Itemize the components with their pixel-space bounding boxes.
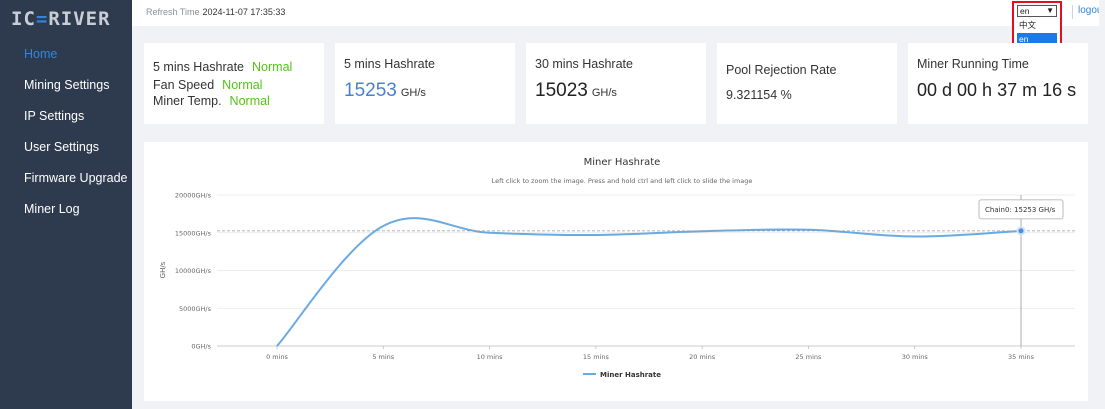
- sidebar-item-user-settings[interactable]: User Settings: [0, 137, 132, 168]
- hashrate-5min-card: 5 mins Hashrate 15253 GH/s: [335, 43, 515, 124]
- y-tick-label: 0GH/s: [191, 343, 211, 351]
- refresh-time-value: 2024-11-07 17:35:33: [202, 7, 286, 17]
- y-tick-label: 10000GH/s: [175, 267, 212, 275]
- pool-rejection-card: Pool Rejection Rate 9.321154 %: [717, 43, 897, 124]
- x-tick-label: 20 mins: [689, 353, 716, 361]
- chart-legend[interactable]: Miner Hashrate: [583, 371, 661, 379]
- hashrate-chart-svg[interactable]: Miner Hashrate Left click to zoom the im…: [144, 142, 1088, 401]
- x-tick-label: 10 mins: [477, 353, 504, 361]
- hashrate-30min-card: 30 mins Hashrate 15023 GH/s: [526, 43, 706, 124]
- language-select[interactable]: en ▼: [1017, 5, 1057, 17]
- hashrate-status-badge: Normal: [252, 60, 293, 74]
- x-tick-label: 35 mins: [1008, 353, 1035, 361]
- hashrate-5min-value: 15253 GH/s: [344, 80, 426, 101]
- refresh-label: Refresh Time: [146, 7, 200, 17]
- series-line: [276, 217, 1022, 347]
- pool-rejection-value: 9.321154 %: [726, 88, 792, 102]
- language-option-chinese[interactable]: 中文: [1017, 19, 1057, 32]
- chart-title: Miner Hashrate: [584, 157, 661, 168]
- hashrate-status-row: 5 mins Hashrate Normal: [153, 60, 293, 74]
- temp-status-row: Miner Temp. Normal: [153, 94, 270, 108]
- svg-text:Chain0: 15253 GH/s: Chain0: 15253 GH/s: [985, 206, 1056, 214]
- fan-status-row: Fan Speed Normal: [153, 78, 263, 92]
- running-time-value: 00 d 00 h 37 m 16 s: [917, 80, 1077, 100]
- sidebar-item-ip-settings[interactable]: IP Settings: [0, 106, 132, 137]
- y-axis-label: GH/s: [159, 261, 167, 278]
- y-tick-label: 20000GH/s: [175, 192, 212, 200]
- sidebar-item-mining-settings[interactable]: Mining Settings: [0, 75, 132, 106]
- hover-point[interactable]: [1016, 226, 1026, 236]
- hashrate-chart[interactable]: Miner Hashrate Left click to zoom the im…: [144, 142, 1088, 401]
- x-tick-label: 5 mins: [372, 353, 394, 361]
- legend-label[interactable]: Miner Hashrate: [600, 371, 661, 379]
- sidebar-item-miner-log[interactable]: Miner Log: [0, 199, 132, 230]
- topbar-divider: [1072, 5, 1073, 19]
- status-card: 5 mins Hashrate Normal Fan Speed Normal Mi…: [144, 43, 324, 124]
- y-tick-label: 15000GH/s: [175, 229, 212, 237]
- sidebar-item-home[interactable]: Home: [0, 44, 132, 75]
- hashrate-30min-value: 15023 GH/s: [535, 80, 617, 101]
- sidebar-nav: Home Mining Settings IP Settings User Se…: [0, 44, 132, 230]
- temp-status-badge: Normal: [229, 94, 270, 108]
- y-tick-label: 5000GH/s: [179, 305, 212, 313]
- scrollbar[interactable]: [1099, 0, 1105, 409]
- chart-tooltip: Chain0: 15253 GH/s: [978, 199, 1064, 220]
- sidebar-item-firmware-upgrade[interactable]: Firmware Upgrade: [0, 168, 132, 199]
- chart-subtitle: Left click to zoom the image. Press and …: [492, 177, 753, 185]
- running-time-card: Miner Running Time 00 d 00 h 37 m 16 s: [908, 43, 1088, 124]
- sidebar: IC=RIVER Home Mining Settings IP Setting…: [0, 0, 132, 409]
- x-tick-label: 0 mins: [266, 353, 288, 361]
- chevron-down-icon: ▼: [1046, 6, 1054, 15]
- x-tick-label: 30 mins: [902, 353, 929, 361]
- refresh-time: Refresh Time 2024-11-07 17:35:33: [146, 7, 285, 17]
- running-time-title: Miner Running Time: [917, 57, 1029, 71]
- iceriver-logo: IC=RIVER: [11, 8, 111, 30]
- hashrate-30min-title: 30 mins Hashrate: [535, 57, 633, 71]
- x-tick-label: 15 mins: [583, 353, 610, 361]
- pool-rejection-title: Pool Rejection Rate: [726, 63, 837, 77]
- x-tick-label: 25 mins: [795, 353, 822, 361]
- topbar: Refresh Time 2024-11-07 17:35:33 en ▼ 中文 e…: [132, 0, 1105, 52]
- fan-status-badge: Normal: [222, 78, 263, 92]
- hashrate-5min-title: 5 mins Hashrate: [344, 57, 436, 71]
